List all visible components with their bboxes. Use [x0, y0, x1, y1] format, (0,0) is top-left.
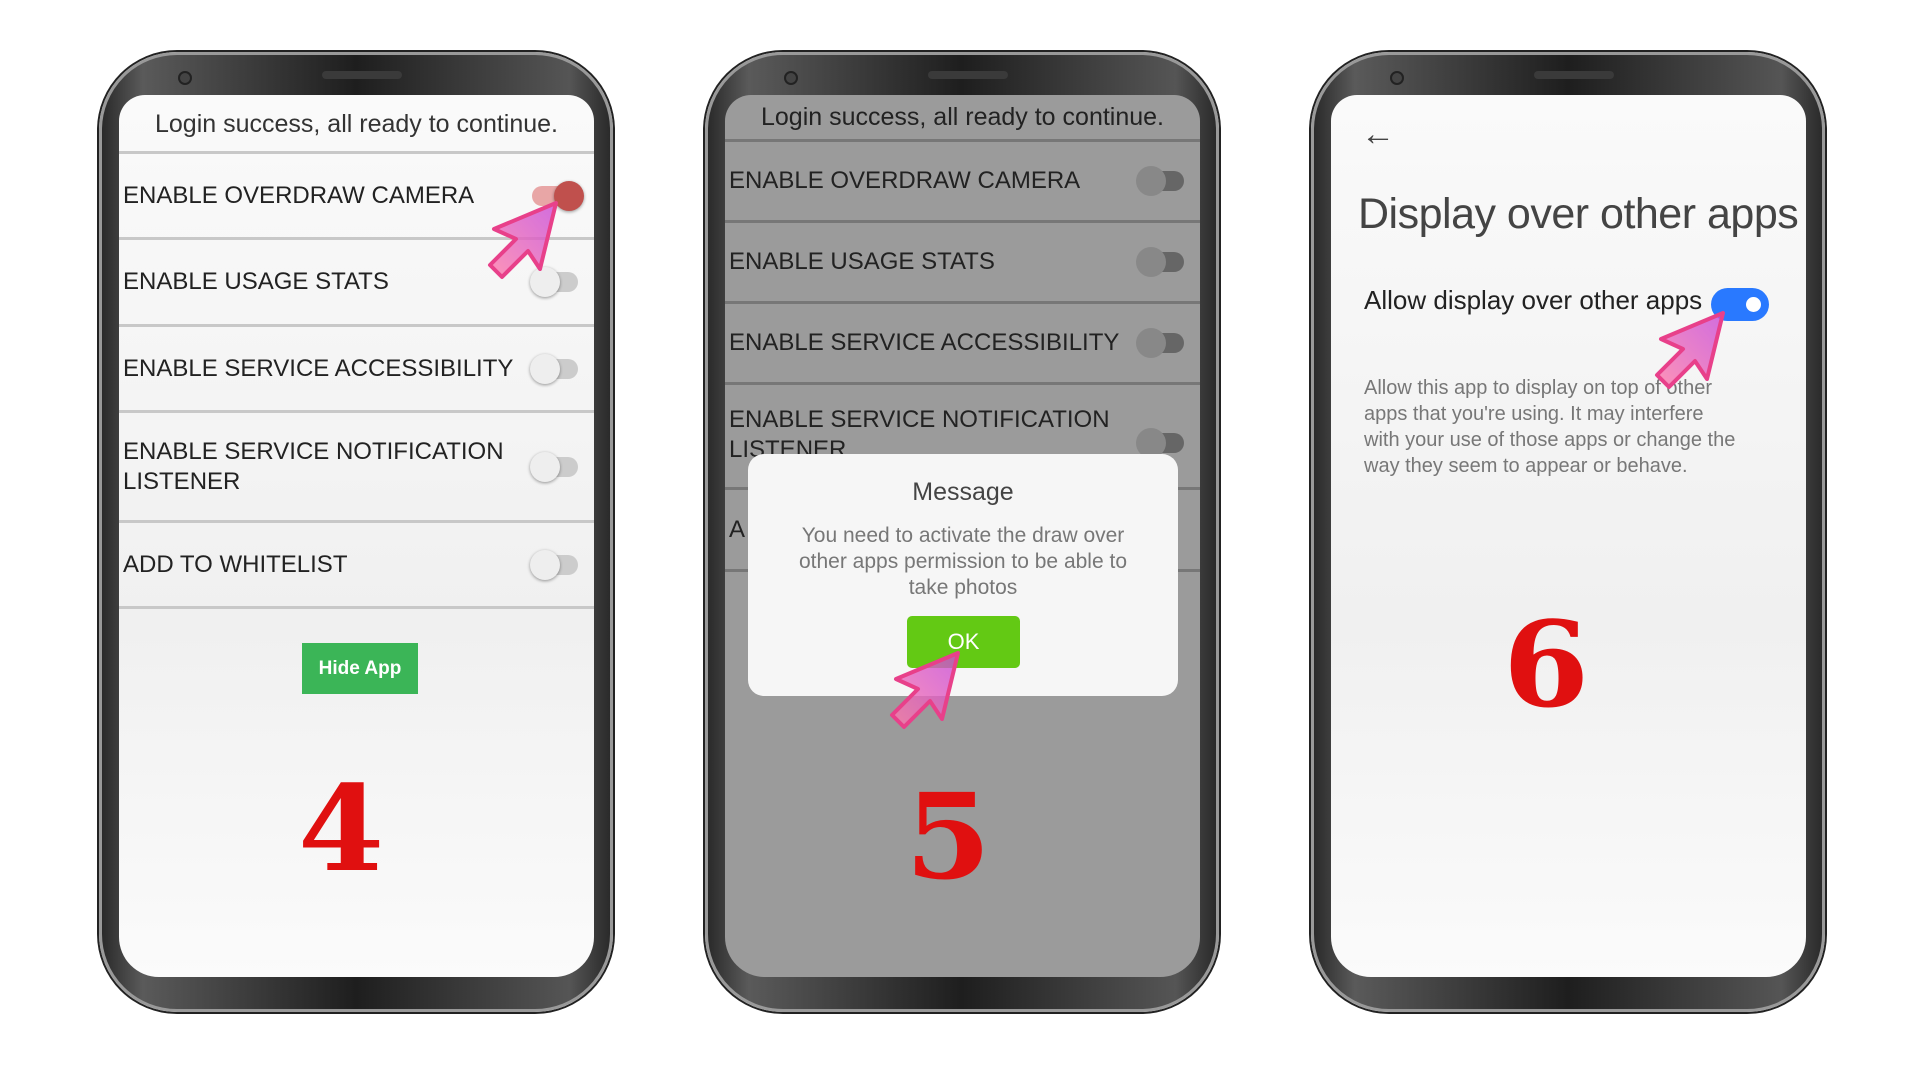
- toggle-accessibility[interactable]: [530, 353, 578, 384]
- camera: [1390, 71, 1404, 85]
- toggle: [1136, 247, 1184, 277]
- row-label: ENABLE OVERDRAW CAMERA: [123, 181, 475, 209]
- speaker: [928, 71, 1008, 79]
- row-label: ENABLE SERVICE ACCESSIBILITY: [123, 354, 514, 382]
- step-number-4: 4: [297, 759, 385, 898]
- setting-row-notification[interactable]: ENABLE SERVICE NOTIFICATION LISTENER: [119, 413, 594, 523]
- toggle-notification[interactable]: [530, 451, 578, 482]
- row-label: ENABLE SERVICE NOTIFICATION LISTENER: [123, 437, 504, 495]
- row-label: ADD TO WHITELIST: [123, 550, 348, 578]
- pointer-cursor-icon: [890, 651, 960, 729]
- setting-row: ENABLE SERVICE ACCESSIBILITY: [725, 304, 1200, 385]
- row-label: ENABLE USAGE STATS: [729, 248, 995, 275]
- dialog-title: Message: [912, 478, 1014, 506]
- dialog-message: You need to activate the draw over other…: [798, 524, 1128, 599]
- setting-row: ENABLE OVERDRAW CAMERA: [725, 142, 1200, 223]
- camera: [784, 71, 798, 85]
- setting-row-accessibility[interactable]: ENABLE SERVICE ACCESSIBILITY: [119, 327, 594, 413]
- toggle-whitelist[interactable]: [530, 549, 578, 580]
- step-number-6: 6: [1502, 595, 1590, 734]
- toggle: [1136, 166, 1184, 196]
- toggle: [1136, 328, 1184, 358]
- pointer-cursor-icon: [1655, 311, 1725, 389]
- setting-row-whitelist[interactable]: ADD TO WHITELIST: [119, 523, 594, 609]
- pointer-cursor-icon: [488, 201, 558, 279]
- status-message: Login success, all ready to continue.: [760, 103, 1164, 131]
- phone-step-6: ← Display over other apps Allow display …: [1311, 52, 1825, 1012]
- setting-row: ENABLE USAGE STATS: [725, 223, 1200, 304]
- status-message: Login success, all ready to continue.: [154, 110, 558, 138]
- page-title: Display over other apps: [1358, 190, 1799, 238]
- camera: [178, 71, 192, 85]
- hide-app-button[interactable]: Hide App: [302, 643, 418, 694]
- row-label: ENABLE OVERDRAW CAMERA: [729, 167, 1081, 194]
- toggle: [1136, 428, 1184, 458]
- speaker: [1534, 71, 1614, 79]
- step-number-5: 5: [904, 767, 992, 906]
- back-arrow-icon[interactable]: ←: [1361, 115, 1395, 154]
- screen: ← Display over other apps Allow display …: [1331, 95, 1806, 977]
- row-label: ENABLE SERVICE ACCESSIBILITY: [729, 329, 1120, 356]
- row-label: ENABLE USAGE STATS: [123, 268, 389, 295]
- speaker: [322, 71, 402, 79]
